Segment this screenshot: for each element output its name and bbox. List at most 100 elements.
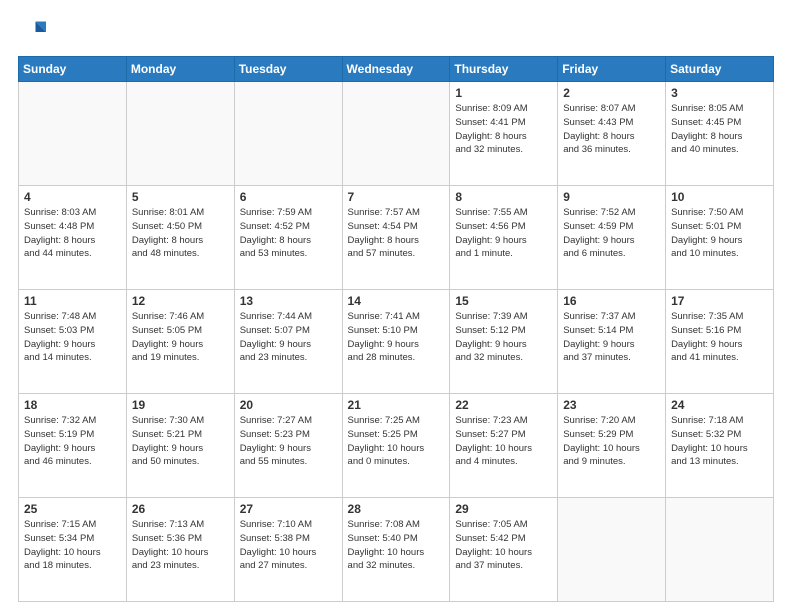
calendar-week-4: 25 Sunrise: 7:15 AM Sunset: 5:34 PM Dayli… [19, 498, 774, 602]
calendar-cell: 4 Sunrise: 8:03 AM Sunset: 4:48 PM Daylig… [19, 186, 127, 290]
day-number: 8 [455, 190, 552, 204]
calendar-cell [234, 82, 342, 186]
calendar-cell: 5 Sunrise: 8:01 AM Sunset: 4:50 PM Daylig… [126, 186, 234, 290]
day-number: 23 [563, 398, 660, 412]
calendar-cell: 28 Sunrise: 7:08 AM Sunset: 5:40 PM Dayli… [342, 498, 450, 602]
day-number: 28 [348, 502, 445, 516]
day-info: Sunrise: 7:23 AM Sunset: 5:27 PM Dayligh… [455, 414, 552, 469]
page: SundayMondayTuesdayWednesdayThursdayFrid… [0, 0, 792, 612]
calendar-cell: 25 Sunrise: 7:15 AM Sunset: 5:34 PM Dayli… [19, 498, 127, 602]
calendar-cell: 3 Sunrise: 8:05 AM Sunset: 4:45 PM Daylig… [666, 82, 774, 186]
calendar-cell [19, 82, 127, 186]
day-number: 10 [671, 190, 768, 204]
day-info: Sunrise: 7:52 AM Sunset: 4:59 PM Dayligh… [563, 206, 660, 261]
day-number: 14 [348, 294, 445, 308]
day-info: Sunrise: 7:18 AM Sunset: 5:32 PM Dayligh… [671, 414, 768, 469]
day-number: 25 [24, 502, 121, 516]
calendar-week-1: 4 Sunrise: 8:03 AM Sunset: 4:48 PM Daylig… [19, 186, 774, 290]
day-number: 24 [671, 398, 768, 412]
calendar-cell: 22 Sunrise: 7:23 AM Sunset: 5:27 PM Dayli… [450, 394, 558, 498]
day-info: Sunrise: 8:01 AM Sunset: 4:50 PM Dayligh… [132, 206, 229, 261]
day-info: Sunrise: 8:09 AM Sunset: 4:41 PM Dayligh… [455, 102, 552, 157]
calendar-cell: 9 Sunrise: 7:52 AM Sunset: 4:59 PM Daylig… [558, 186, 666, 290]
col-header-saturday: Saturday [666, 57, 774, 82]
day-info: Sunrise: 7:59 AM Sunset: 4:52 PM Dayligh… [240, 206, 337, 261]
day-info: Sunrise: 7:20 AM Sunset: 5:29 PM Dayligh… [563, 414, 660, 469]
day-number: 6 [240, 190, 337, 204]
day-info: Sunrise: 7:05 AM Sunset: 5:42 PM Dayligh… [455, 518, 552, 573]
calendar-cell: 19Sunrise: 7:30 AM Sunset: 5:21 PM Dayli… [126, 394, 234, 498]
calendar-cell: 27 Sunrise: 7:10 AM Sunset: 5:38 PM Dayli… [234, 498, 342, 602]
calendar-cell: 15 Sunrise: 7:39 AM Sunset: 5:12 PM Dayli… [450, 290, 558, 394]
calendar-cell: 23 Sunrise: 7:20 AM Sunset: 5:29 PM Dayli… [558, 394, 666, 498]
day-number: 9 [563, 190, 660, 204]
calendar-cell: 6 Sunrise: 7:59 AM Sunset: 4:52 PM Daylig… [234, 186, 342, 290]
day-number: 15 [455, 294, 552, 308]
day-info: Sunrise: 7:50 AM Sunset: 5:01 PM Dayligh… [671, 206, 768, 261]
calendar-cell: 18Sunrise: 7:32 AM Sunset: 5:19 PM Dayli… [19, 394, 127, 498]
col-header-wednesday: Wednesday [342, 57, 450, 82]
day-info: Sunrise: 7:57 AM Sunset: 4:54 PM Dayligh… [348, 206, 445, 261]
day-number: 17 [671, 294, 768, 308]
day-info: Sunrise: 7:46 AM Sunset: 5:05 PM Dayligh… [132, 310, 229, 365]
calendar-cell [126, 82, 234, 186]
calendar-week-2: 11 Sunrise: 7:48 AM Sunset: 5:03 PM Dayli… [19, 290, 774, 394]
day-number: 7 [348, 190, 445, 204]
calendar-cell: 11 Sunrise: 7:48 AM Sunset: 5:03 PM Dayli… [19, 290, 127, 394]
calendar-cell: 16 Sunrise: 7:37 AM Sunset: 5:14 PM Dayli… [558, 290, 666, 394]
calendar-cell: 2 Sunrise: 8:07 AM Sunset: 4:43 PM Daylig… [558, 82, 666, 186]
day-info: Sunrise: 7:27 AM Sunset: 5:23 PM Dayligh… [240, 414, 337, 469]
day-number: 3 [671, 86, 768, 100]
calendar-cell: 29Sunrise: 7:05 AM Sunset: 5:42 PM Dayli… [450, 498, 558, 602]
day-info: Sunrise: 8:07 AM Sunset: 4:43 PM Dayligh… [563, 102, 660, 157]
day-number: 12 [132, 294, 229, 308]
calendar-cell [558, 498, 666, 602]
calendar-cell: 20 Sunrise: 7:27 AM Sunset: 5:23 PM Dayli… [234, 394, 342, 498]
calendar-cell: 14Sunrise: 7:41 AM Sunset: 5:10 PM Dayli… [342, 290, 450, 394]
day-info: Sunrise: 7:48 AM Sunset: 5:03 PM Dayligh… [24, 310, 121, 365]
calendar-cell: 8 Sunrise: 7:55 AM Sunset: 4:56 PM Daylig… [450, 186, 558, 290]
day-info: Sunrise: 7:08 AM Sunset: 5:40 PM Dayligh… [348, 518, 445, 573]
day-info: Sunrise: 7:15 AM Sunset: 5:34 PM Dayligh… [24, 518, 121, 573]
day-number: 22 [455, 398, 552, 412]
day-number: 5 [132, 190, 229, 204]
day-number: 16 [563, 294, 660, 308]
header [18, 18, 774, 46]
calendar-cell [342, 82, 450, 186]
day-info: Sunrise: 7:25 AM Sunset: 5:25 PM Dayligh… [348, 414, 445, 469]
col-header-sunday: Sunday [19, 57, 127, 82]
day-info: Sunrise: 7:13 AM Sunset: 5:36 PM Dayligh… [132, 518, 229, 573]
day-number: 21 [348, 398, 445, 412]
day-info: Sunrise: 7:55 AM Sunset: 4:56 PM Dayligh… [455, 206, 552, 261]
calendar-cell: 7 Sunrise: 7:57 AM Sunset: 4:54 PM Daylig… [342, 186, 450, 290]
day-number: 11 [24, 294, 121, 308]
day-number: 2 [563, 86, 660, 100]
calendar-header-row: SundayMondayTuesdayWednesdayThursdayFrid… [19, 57, 774, 82]
logo-icon [18, 18, 46, 46]
calendar-week-3: 18Sunrise: 7:32 AM Sunset: 5:19 PM Dayli… [19, 394, 774, 498]
calendar-cell: 26 Sunrise: 7:13 AM Sunset: 5:36 PM Dayli… [126, 498, 234, 602]
calendar-table: SundayMondayTuesdayWednesdayThursdayFrid… [18, 56, 774, 602]
day-number: 19 [132, 398, 229, 412]
col-header-tuesday: Tuesday [234, 57, 342, 82]
day-info: Sunrise: 7:10 AM Sunset: 5:38 PM Dayligh… [240, 518, 337, 573]
day-info: Sunrise: 8:05 AM Sunset: 4:45 PM Dayligh… [671, 102, 768, 157]
calendar-cell: 13Sunrise: 7:44 AM Sunset: 5:07 PM Dayli… [234, 290, 342, 394]
calendar-cell: 21 Sunrise: 7:25 AM Sunset: 5:25 PM Dayli… [342, 394, 450, 498]
day-info: Sunrise: 7:44 AM Sunset: 5:07 PM Dayligh… [240, 310, 337, 365]
calendar-cell [666, 498, 774, 602]
day-info: Sunrise: 8:03 AM Sunset: 4:48 PM Dayligh… [24, 206, 121, 261]
calendar-cell: 12 Sunrise: 7:46 AM Sunset: 5:05 PM Dayli… [126, 290, 234, 394]
col-header-thursday: Thursday [450, 57, 558, 82]
col-header-friday: Friday [558, 57, 666, 82]
day-number: 27 [240, 502, 337, 516]
day-info: Sunrise: 7:37 AM Sunset: 5:14 PM Dayligh… [563, 310, 660, 365]
calendar-cell: 10 Sunrise: 7:50 AM Sunset: 5:01 PM Dayli… [666, 186, 774, 290]
day-number: 26 [132, 502, 229, 516]
calendar-cell: 24 Sunrise: 7:18 AM Sunset: 5:32 PM Dayli… [666, 394, 774, 498]
col-header-monday: Monday [126, 57, 234, 82]
day-number: 18 [24, 398, 121, 412]
day-number: 4 [24, 190, 121, 204]
day-number: 20 [240, 398, 337, 412]
day-info: Sunrise: 7:39 AM Sunset: 5:12 PM Dayligh… [455, 310, 552, 365]
